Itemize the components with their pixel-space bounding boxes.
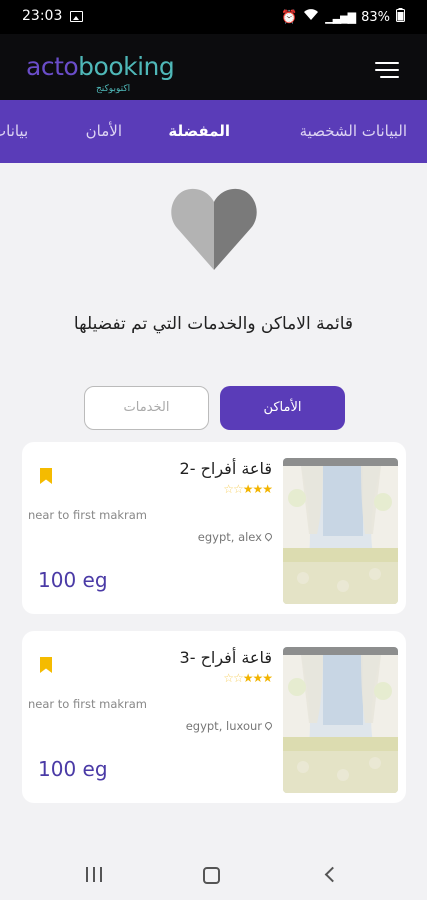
status-bar: 23:03 ⏰ ▁▃▅▇ 83% <box>0 0 427 34</box>
venue-location: egypt, luxour <box>185 719 274 733</box>
status-icons: ⏰ ▁▃▅▇ 83% <box>281 8 405 26</box>
logo-subtitle: اكتوبوكنج <box>96 84 131 94</box>
segment-places-button[interactable]: الأماكن <box>220 386 345 430</box>
segment-services-button[interactable]: الخدمات <box>84 386 209 430</box>
venue-description: near to first makram <box>28 508 148 522</box>
venue-location: egypt, alex <box>197 530 274 544</box>
tab-security[interactable]: الأمان <box>86 122 122 140</box>
venue-card[interactable]: قاعة أفراح -2 ☆☆★★★ near to first makram… <box>22 442 406 614</box>
home-icon[interactable] <box>203 867 220 884</box>
venue-name: قاعة أفراح -2 <box>179 459 272 478</box>
alarm-icon: ⏰ <box>281 9 298 25</box>
battery-icon <box>396 8 405 26</box>
venue-price: 100 eg <box>38 568 108 592</box>
rating-stars: ☆☆★★★ <box>223 482 273 496</box>
status-time: 23:03 <box>22 8 63 24</box>
hamburger-icon[interactable] <box>375 62 399 78</box>
venue-photo <box>283 458 398 604</box>
location-pin-icon <box>263 531 274 542</box>
back-icon[interactable] <box>324 866 341 883</box>
heart-icon <box>171 186 257 274</box>
location-text: egypt, alex <box>197 530 262 544</box>
bookmark-icon[interactable] <box>40 657 52 673</box>
location-text: egypt, luxour <box>185 719 262 733</box>
battery-percent: 83% <box>361 9 390 25</box>
signal-icon: ▁▃▅▇ <box>325 10 356 24</box>
profile-tabs: البيانات الشخصية المفضلة الأمان بيانات <box>0 100 427 163</box>
system-nav-bar <box>0 850 427 900</box>
location-pin-icon <box>263 720 274 731</box>
logo-part2: booking <box>78 52 175 81</box>
tab-favorites[interactable]: المفضلة <box>168 122 230 140</box>
tab-personal-data[interactable]: البيانات الشخصية <box>300 122 407 140</box>
wifi-icon <box>303 9 319 25</box>
venue-description: near to first makram <box>28 697 148 711</box>
recent-apps-icon[interactable] <box>86 867 102 882</box>
tab-more-data[interactable]: بيانات <box>0 122 28 140</box>
venue-name: قاعة أفراح -3 <box>179 648 272 667</box>
venue-card[interactable]: قاعة أفراح -3 ☆☆★★★ near to first makram… <box>22 631 406 803</box>
favorites-title: قائمة الاماكن والخدمات التي تم تفضيلها <box>73 314 354 334</box>
image-icon <box>70 11 83 22</box>
app-bar: actobooking اكتوبوكنج <box>0 34 427 100</box>
venue-price: 100 eg <box>38 757 108 781</box>
bookmark-icon[interactable] <box>40 468 52 484</box>
logo-part1: acto <box>26 52 79 81</box>
rating-stars: ☆☆★★★ <box>223 671 273 685</box>
venue-photo <box>283 647 398 793</box>
app-logo: actobooking <box>26 52 175 81</box>
